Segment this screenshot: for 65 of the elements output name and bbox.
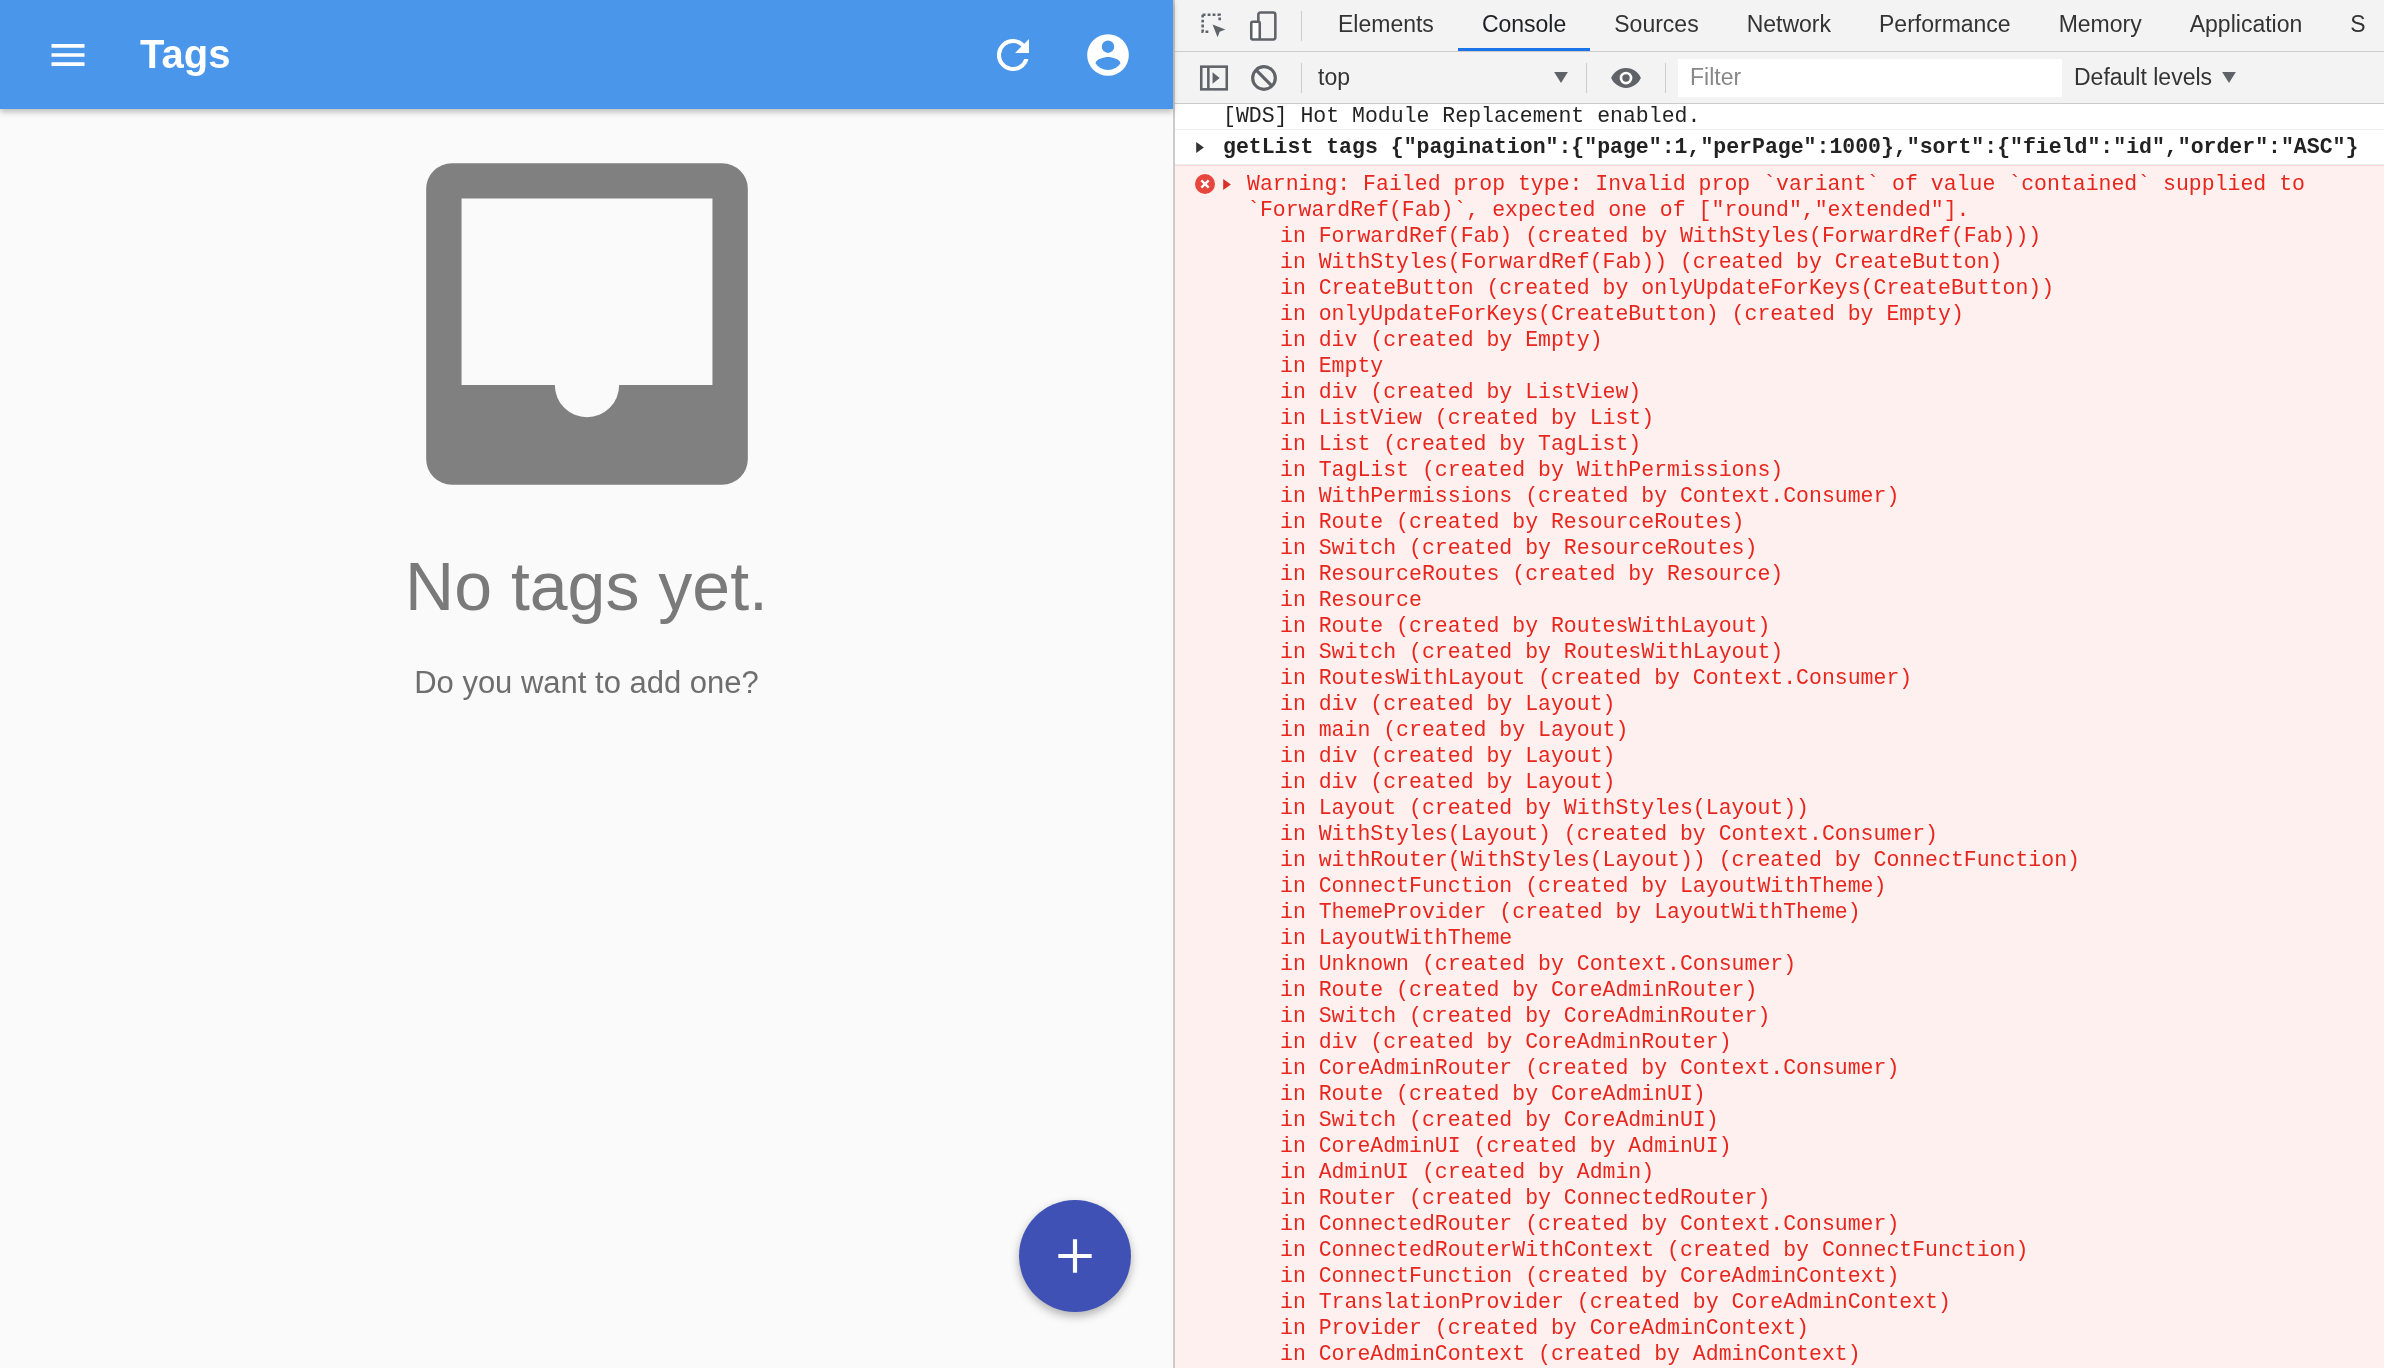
- stack-trace-line: in div (created by Layout): [1279, 769, 1617, 795]
- stack-trace-line: in LayoutWithTheme: [1279, 925, 1514, 951]
- devtools-tab[interactable]: Application: [2165, 0, 2327, 51]
- stack-trace-line: in ListView (created by List): [1279, 405, 1656, 431]
- empty-heading: No tags yet.: [405, 547, 768, 625]
- log-message: [WDS] Hot Module Replacement enabled.: [1223, 104, 1701, 129]
- error-icon: [1195, 174, 1215, 194]
- stack-trace-line: in CoreAdminUI (created by AdminUI): [1279, 1133, 1733, 1159]
- expand-arrow-icon[interactable]: [1193, 141, 1205, 153]
- stack-trace-line: in Resource: [1279, 587, 1423, 613]
- stack-trace-line: in Route (created by ResourceRoutes): [1279, 509, 1746, 535]
- stack-trace-line: in Route (created by CoreAdminRouter): [1279, 977, 1759, 1003]
- stack-trace-line: in ResourceRoutes (created by Resource): [1279, 561, 1785, 587]
- error-message: Warning: Failed prop type: Invalid prop `variant` of value `contained` supplied to `ForwardRef(Fab)`, expected one of ["round","extended"].: [1247, 171, 2306, 223]
- stack-trace-line: in Switch (created by ResourceRoutes): [1279, 535, 1759, 561]
- stack-trace-line: in Layout (created by WithStyles(Layout)): [1279, 795, 1810, 821]
- stack-trace-line: in ConnectedRouterWithContext (created by ConnectFunction): [1279, 1237, 2030, 1263]
- stack-trace-line: in List (created by TagList): [1279, 431, 1643, 457]
- devtools-tab[interactable]: Network: [1722, 0, 1855, 51]
- page-title: Tags: [140, 32, 231, 77]
- empty-message: Do you want to add one?: [414, 665, 759, 701]
- stack-trace-line: in div (created by Empty): [1279, 327, 1604, 353]
- stack-trace-line: in withRouter(WithStyles(Layout)) (created by ConnectFunction): [1279, 847, 2081, 873]
- stack-trace-line: in ConnectFunction (created by CoreAdminContext): [1279, 1263, 1901, 1289]
- stack-trace-line: in Router (created by ConnectedRouter): [1279, 1185, 1772, 1211]
- stack-trace-line: in Unknown (created by Context.Consumer): [1279, 951, 1798, 977]
- stack-trace-line: in ForwardRef(Fab) (created by WithStyles(ForwardRef(Fab))): [1279, 223, 2043, 249]
- stack-trace-line: in Empty: [1279, 353, 1385, 379]
- stack-trace-line: in div (created by Layout): [1279, 743, 1617, 769]
- stack-trace-line: in AdminUI (created by Admin): [1279, 1159, 1656, 1185]
- devtools-tab[interactable]: Elements: [1314, 0, 1458, 51]
- stack-trace-line: in WithStyles(Layout) (created by Context.Consumer): [1279, 821, 1939, 847]
- stack-trace-line: in Switch (created by CoreAdminUI): [1279, 1107, 1720, 1133]
- stack-trace-line: in WithPermissions (created by Context.Consumer): [1279, 483, 1901, 509]
- devtools-tab[interactable]: Memory: [2034, 0, 2166, 51]
- stack-trace-line: in Route (created by RoutesWithLayout): [1279, 613, 1772, 639]
- stack-trace-line: in ConnectedRouter (created by Context.Consumer): [1279, 1211, 1901, 1237]
- stack-trace-line: in CoreAdminContext (created by AdminContext): [1279, 1341, 1862, 1367]
- stack-trace-line: in TranslationProvider (created by CoreAdminContext): [1279, 1289, 1952, 1315]
- stack-trace-line: in Switch (created by CoreAdminRouter): [1279, 1003, 1772, 1029]
- add-button[interactable]: [1019, 1200, 1131, 1312]
- context-dropdown[interactable]: top: [1314, 64, 1574, 91]
- stack-trace-line: in ConnectFunction (created by LayoutWithTheme): [1279, 873, 1888, 899]
- log-message: getList tags {"pagination":{"page":1,"perPage":1000},"sort":{"field":"id","order":"ASC"}: [1223, 134, 2359, 160]
- stack-trace-line: in main (created by Layout): [1279, 717, 1630, 743]
- devtools-tab[interactable]: Performance: [1855, 0, 2035, 51]
- stack-trace-line: in CoreAdminRouter (created by Context.Consumer): [1279, 1055, 1901, 1081]
- caret-icon: [1554, 72, 1568, 83]
- caret-icon: [2222, 72, 2237, 83]
- devtools-tab[interactable]: S: [2326, 0, 2384, 51]
- stack-trace-line: in div (created by ListView): [1279, 379, 1643, 405]
- stack-trace-line: in Provider (created by CoreAdminContext): [1279, 1315, 1810, 1341]
- stack-trace-line: in WithStyles(ForwardRef(Fab)) (created by CreateButton): [1279, 249, 2004, 275]
- stack-trace-line: in Route (created by CoreAdminUI): [1279, 1081, 1707, 1107]
- stack-trace-line: in RoutesWithLayout (created by Context.Consumer): [1279, 665, 1914, 691]
- stack-trace-line: in TagList (created by WithPermissions): [1279, 457, 1785, 483]
- stack-trace-line: in div (created by CoreAdminRouter): [1279, 1029, 1733, 1055]
- filter-field[interactable]: Filter: [1678, 58, 2062, 97]
- stack-trace-line: in Switch (created by RoutesWithLayout): [1279, 639, 1785, 665]
- stack-trace-line: in ThemeProvider (created by LayoutWithTheme): [1279, 899, 1862, 925]
- stack-trace-line: in CreateButton (created by onlyUpdateForKeys(CreateButton)): [1279, 275, 2056, 301]
- stack-trace-line: in div (created by Layout): [1279, 691, 1617, 717]
- stack-trace-line: in onlyUpdateForKeys(CreateButton) (created by Empty): [1279, 301, 1965, 327]
- levels-dropdown[interactable]: Default levels: [2074, 64, 2237, 91]
- devtools-tab[interactable]: Sources: [1590, 0, 1723, 51]
